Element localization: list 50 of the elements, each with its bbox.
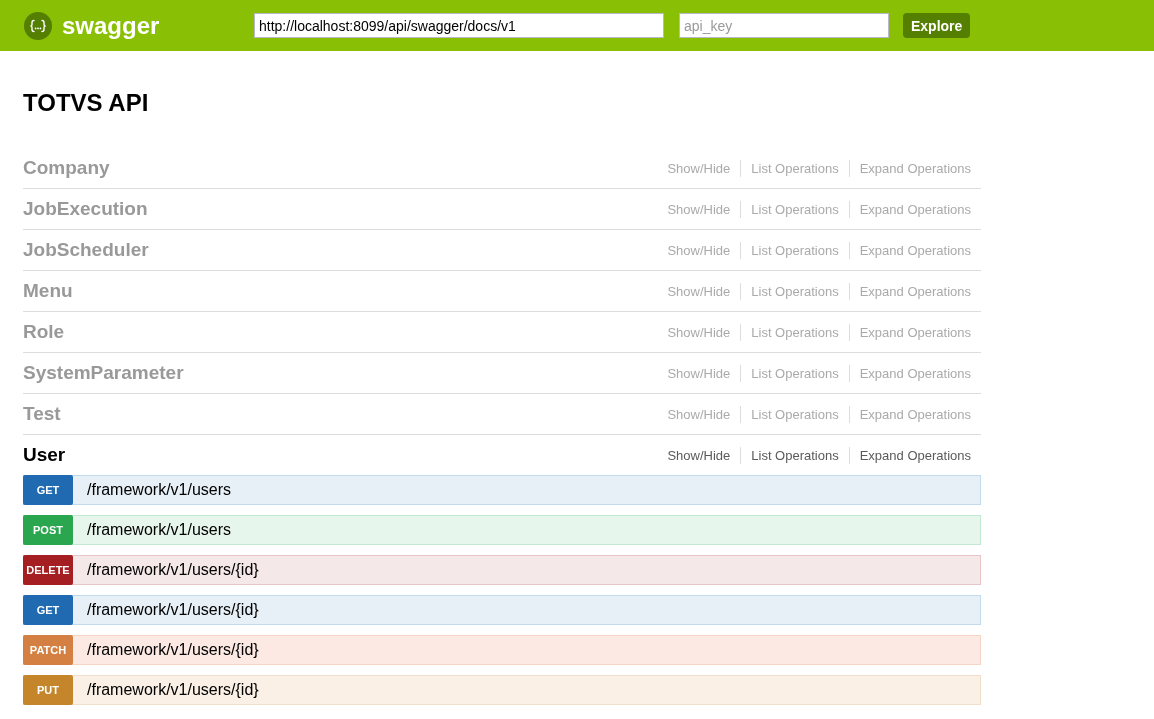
list-operations-link[interactable]: List Operations [751,242,839,258]
resource-title-link[interactable]: Menu [23,279,73,303]
explore-button[interactable]: Explore [903,13,971,38]
endpoint-path-link[interactable]: /framework/v1/users/{id} [73,641,259,659]
expand-operations-link[interactable]: Expand Operations [859,201,971,217]
resource-title-link[interactable]: Company [23,156,110,180]
show-hide-link[interactable]: Show/Hide [667,283,731,299]
list-operations-link[interactable]: List Operations [751,160,839,176]
api-key-field[interactable]: api_key [679,13,889,38]
expand-operations-link[interactable]: Expand Operations [859,242,971,258]
resource-title-link[interactable]: User [23,443,66,467]
endpoint-path-link[interactable]: /framework/v1/users [73,521,232,539]
braces-logo-icon [24,11,52,40]
http-method-tag[interactable]: GET [23,595,73,625]
resource-title-link[interactable]: Test [23,402,61,426]
list-operations-link[interactable]: List Operations [751,324,839,340]
show-hide-link[interactable]: Show/Hide [667,447,731,463]
expand-operations-link[interactable]: Expand Operations [859,283,971,299]
show-hide-link[interactable]: Show/Hide [667,201,731,217]
expand-operations-link[interactable]: Expand Operations [859,447,971,463]
expand-operations-link[interactable]: Expand Operations [859,324,971,340]
logo-text[interactable]: swagger [62,11,160,40]
http-method-tag[interactable]: GET [23,475,73,505]
resource-title-link[interactable]: JobScheduler [23,238,149,262]
http-method-tag[interactable]: POST [23,515,73,545]
list-operations-link[interactable]: List Operations [751,406,839,422]
url-field[interactable]: http://localhost:8099/api/swagger/docs/v1 [254,13,664,38]
resource-title-link[interactable]: Role [23,320,65,344]
show-hide-link[interactable]: Show/Hide [667,242,731,258]
show-hide-link[interactable]: Show/Hide [667,365,731,381]
api-title: TOTVS API [23,89,150,117]
http-method-tag[interactable]: PATCH [23,635,73,665]
show-hide-link[interactable]: Show/Hide [667,406,731,422]
list-operations-link[interactable]: List Operations [751,283,839,299]
list-operations-link[interactable]: List Operations [751,447,839,463]
resource-title-link[interactable]: JobExecution [23,197,148,221]
show-hide-link[interactable]: Show/Hide [667,324,731,340]
endpoint-path-link[interactable]: /framework/v1/users/{id} [73,601,259,619]
http-method-tag[interactable]: PUT [23,675,73,705]
endpoint-path-link[interactable]: /framework/v1/users [73,481,232,499]
list-operations-link[interactable]: List Operations [751,365,839,381]
http-method-tag[interactable]: DELETE [23,555,73,585]
show-hide-link[interactable]: Show/Hide [667,160,731,176]
expand-operations-link[interactable]: Expand Operations [859,160,971,176]
endpoint-path-link[interactable]: /framework/v1/users/{id} [73,561,259,579]
resource-title-link[interactable]: SystemParameter [23,361,184,385]
expand-operations-link[interactable]: Expand Operations [859,365,971,381]
expand-operations-link[interactable]: Expand Operations [859,406,971,422]
list-operations-link[interactable]: List Operations [751,201,839,217]
endpoint-path-link[interactable]: /framework/v1/users/{id} [73,681,259,699]
